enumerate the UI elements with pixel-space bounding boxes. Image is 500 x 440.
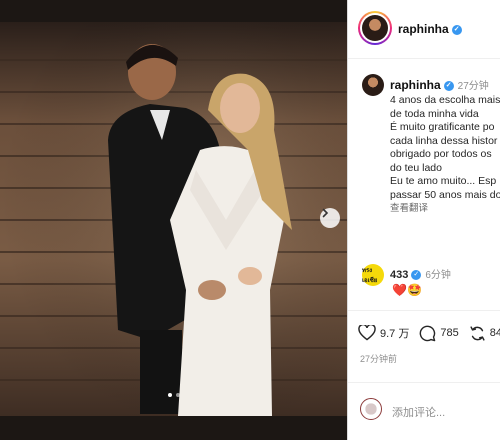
share-count: 84 [489,327,500,339]
carousel-dot-active [167,393,172,397]
instagram-post-viewer: raphinha ✓ raphinha ✓ 27分钟 4 anos da escolh… [0,0,500,440]
post-sidebar: raphinha ✓ raphinha ✓ 27分钟 4 anos da escolh… [347,0,500,440]
comment-avatar[interactable]: ทรงเอเซีย [362,264,384,286]
comment-count: 785 [440,327,459,339]
header-avatar[interactable] [358,11,392,45]
current-user-avatar [360,398,382,420]
comment-time: 6分钟 [425,270,451,281]
heart-icon [358,325,376,341]
like-button[interactable]: 9.7 万 [358,325,409,341]
carousel-indicator [0,393,347,397]
header-username-row[interactable]: raphinha ✓ [398,22,462,36]
verified-badge-icon: ✓ [443,80,454,91]
photo-image [0,0,347,440]
action-bar: 9.7 万 785 84 [358,322,500,344]
avatar-photo [362,15,388,41]
verified-badge-icon: ✓ [411,270,422,281]
caption-line: É muito gratificante po [390,121,495,133]
caption-time: 27分钟 [457,81,489,92]
comment-username[interactable]: 433 [390,269,408,281]
post-header: raphinha ✓ [348,0,500,59]
caption-line: obrigado por todos os [390,148,492,160]
comment-button[interactable]: 785 [419,325,459,342]
comment-bubble-icon [420,325,436,341]
comment-text: ❤️🤩 [392,283,422,297]
chevron-right-icon [322,208,329,218]
comment-header: 433 ✓ 6分钟 [390,266,451,281]
caption-line: Eu te amo muito... Esp [390,175,497,187]
posted-time: 27分钟前 [360,354,398,364]
header-username[interactable]: raphinha [398,22,449,36]
caption-username[interactable]: raphinha [390,78,441,92]
verified-badge-icon: ✓ [451,24,462,35]
carousel-dot [175,393,180,397]
post-photo[interactable] [0,0,347,440]
divider [348,382,500,383]
caption-line: passar 50 anos mais do [390,188,500,201]
caption-line: 4 anos da escolha mais [390,94,500,106]
next-photo-button[interactable] [320,208,340,228]
add-comment-input[interactable]: 添加评论... [392,404,445,420]
caption-author-row: raphinha ✓ 27分钟 [390,77,489,92]
post-caption: 4 anos da escolha mais de toda minha vid… [390,94,500,216]
like-count: 9.7 万 [380,328,410,340]
caption-avatar[interactable] [362,74,384,96]
see-translation-link[interactable]: 查看翻译 [390,202,500,216]
caption-line: do teu lado [390,161,442,174]
divider [348,310,500,311]
caption-line: cada linha dessa histor [390,134,498,147]
caption-line: de toda minha vida [390,107,479,120]
share-repost-icon [470,325,485,341]
share-button[interactable]: 84 [469,325,500,342]
